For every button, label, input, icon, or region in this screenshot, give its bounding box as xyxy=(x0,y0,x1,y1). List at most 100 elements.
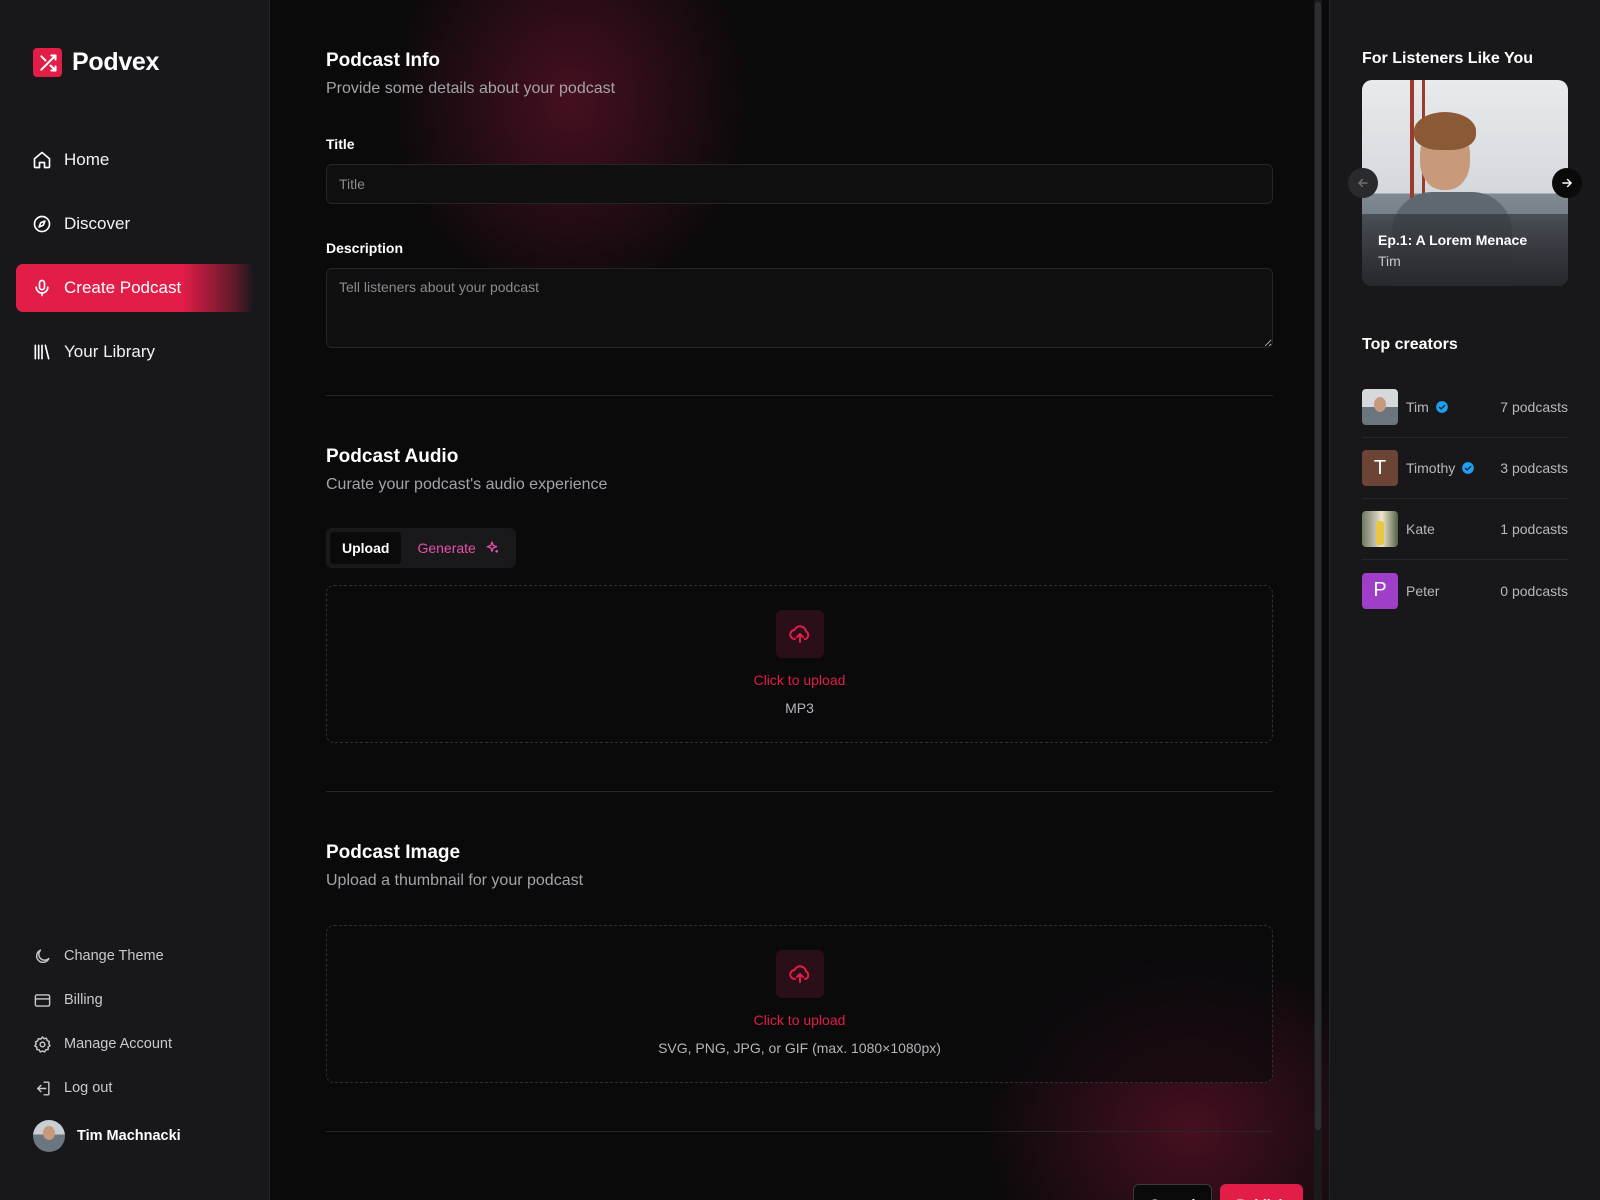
audio-upload-cta[interactable]: Click to upload xyxy=(754,672,846,688)
right-sidebar: For Listeners Like You Ep.1: A Lorem Men… xyxy=(1329,0,1600,1200)
upload-icon-box xyxy=(775,950,824,998)
log-out-label: Log out xyxy=(64,1080,113,1096)
cancel-button[interactable]: Cancel xyxy=(1132,1184,1213,1200)
creator-name-text: Kate xyxy=(1406,521,1435,537)
creator-row-timothy[interactable]: T Timothy 3 podcasts xyxy=(1362,438,1568,499)
left-sidebar: Podvex Home Discover Create Podcast Your… xyxy=(0,0,270,1200)
tab-generate-label: Generate xyxy=(417,540,476,556)
brand-name: Podvex xyxy=(72,48,160,76)
title-input[interactable] xyxy=(326,164,1273,204)
change-theme-button[interactable]: Change Theme xyxy=(33,944,181,968)
billing-label: Billing xyxy=(64,992,103,1008)
scrollbar-thumb[interactable] xyxy=(1315,2,1321,1130)
creator-name-text: Peter xyxy=(1406,582,1440,599)
gear-icon xyxy=(34,1035,51,1053)
nav-label: Create Podcast xyxy=(64,278,182,297)
credit-card-icon xyxy=(34,993,51,1007)
moon-icon xyxy=(36,948,50,963)
creator-name: Timothy xyxy=(1406,460,1500,476)
carousel-prev-button[interactable] xyxy=(1348,168,1378,198)
avatar xyxy=(1362,511,1398,547)
shuffle-logo-icon xyxy=(33,48,62,77)
nav-label: Your Library xyxy=(64,342,156,361)
log-out-button[interactable]: Log out xyxy=(33,1076,181,1100)
manage-account-button[interactable]: Manage Account xyxy=(33,1032,181,1056)
for-listeners-title: For Listeners Like You xyxy=(1362,50,1534,67)
main-content: Podcast Info Provide some details about … xyxy=(270,0,1329,1200)
avatar xyxy=(1362,389,1398,425)
verified-badge-icon xyxy=(1435,401,1448,413)
podcast-image-subtitle: Upload a thumbnail for your podcast xyxy=(326,872,584,889)
top-creators-title: Top creators xyxy=(1362,336,1458,353)
podcast-count: 1 podcasts xyxy=(1500,521,1568,537)
cloud-upload-icon xyxy=(788,965,809,983)
avatar: P xyxy=(1362,572,1398,609)
upload-icon-box xyxy=(775,610,824,658)
image-upload-hint: SVG, PNG, JPG, or GIF (max. 1080×1080px) xyxy=(658,1040,941,1056)
bottom-nav: Change Theme Billing Manage Account Log … xyxy=(33,944,181,1152)
nav-item-discover[interactable]: Discover xyxy=(16,200,254,248)
image-upload-cta[interactable]: Click to upload xyxy=(754,1012,846,1028)
creator-name-text: Tim xyxy=(1406,399,1429,415)
podcast-audio-title: Podcast Audio xyxy=(326,446,459,467)
nav-item-create-podcast[interactable]: Create Podcast xyxy=(16,264,254,312)
creator-name: Kate xyxy=(1406,521,1500,537)
library-icon xyxy=(34,344,50,360)
creator-name: Peter xyxy=(1406,583,1500,599)
avatar xyxy=(33,1120,65,1152)
podcast-image-title: Podcast Image xyxy=(326,842,461,863)
change-theme-label: Change Theme xyxy=(64,948,164,964)
episode-title: Ep.1: A Lorem Menace xyxy=(1378,232,1528,248)
nav-item-your-library[interactable]: Your Library xyxy=(16,328,254,376)
scrollbar[interactable] xyxy=(1314,0,1322,1200)
creator-row-tim[interactable]: Tim 7 podcasts xyxy=(1362,377,1568,438)
tab-upload[interactable]: Upload xyxy=(330,532,402,564)
sparkles-icon xyxy=(486,541,498,553)
audio-upload-hint: MP3 xyxy=(785,700,814,716)
podcast-count: 0 podcasts xyxy=(1500,582,1568,599)
episode-author: Tim xyxy=(1378,253,1401,269)
publish-button[interactable]: Publish xyxy=(1220,1184,1303,1200)
carousel-next-button[interactable] xyxy=(1552,168,1582,198)
user-profile[interactable]: Tim Machnacki xyxy=(33,1120,181,1152)
create-podcast-form: Podcast Info Provide some details about … xyxy=(326,50,1273,1132)
logout-icon xyxy=(37,1080,50,1096)
divider xyxy=(326,1131,1273,1132)
divider xyxy=(326,791,1273,792)
creator-row-kate[interactable]: Kate 1 podcasts xyxy=(1362,499,1568,560)
home-icon xyxy=(33,151,51,169)
creator-name: Tim xyxy=(1406,399,1500,415)
user-name: Tim Machnacki xyxy=(77,1128,181,1144)
description-textarea[interactable] xyxy=(326,268,1273,348)
description-label: Description xyxy=(326,240,404,256)
compass-icon xyxy=(33,215,51,233)
creator-row-peter[interactable]: P Peter 0 podcasts xyxy=(1362,560,1568,621)
nav-label: Discover xyxy=(64,214,131,233)
featured-caption: Ep.1: A Lorem Menace Tim xyxy=(1362,214,1568,286)
microphone-icon xyxy=(35,279,49,297)
brand[interactable]: Podvex xyxy=(33,48,159,77)
billing-button[interactable]: Billing xyxy=(33,988,181,1012)
title-label: Title xyxy=(326,136,355,152)
tab-generate[interactable]: Generate xyxy=(405,532,511,564)
arrow-right-icon xyxy=(1562,178,1572,188)
manage-account-label: Manage Account xyxy=(64,1036,173,1052)
audio-source-tabs: Upload Generate xyxy=(326,528,516,568)
verified-badge-icon xyxy=(1462,462,1475,474)
audio-dropzone[interactable]: Click to upload MP3 xyxy=(326,585,1273,743)
cover-figure-hair xyxy=(1414,112,1476,150)
creator-name-text: Timothy xyxy=(1406,460,1456,476)
podcast-count: 3 podcasts xyxy=(1500,460,1568,476)
podcast-info-title: Podcast Info xyxy=(326,50,441,71)
main-nav: Home Discover Create Podcast Your Librar… xyxy=(16,136,254,392)
cloud-upload-icon xyxy=(788,625,809,643)
podcast-info-subtitle: Provide some details about your podcast xyxy=(326,80,616,97)
podcast-count: 7 podcasts xyxy=(1500,399,1568,415)
image-dropzone[interactable]: Click to upload SVG, PNG, JPG, or GIF (m… xyxy=(326,925,1273,1083)
top-creators-list: Tim 7 podcasts T Timothy 3 podcasts Kate… xyxy=(1362,377,1568,621)
featured-podcast-card[interactable]: Ep.1: A Lorem Menace Tim xyxy=(1362,80,1568,286)
form-actions: Cancel Publish xyxy=(1132,1184,1303,1200)
nav-item-home[interactable]: Home xyxy=(16,136,254,184)
nav-label: Home xyxy=(64,150,110,169)
podcast-audio-subtitle: Curate your podcast's audio experience xyxy=(326,476,608,493)
